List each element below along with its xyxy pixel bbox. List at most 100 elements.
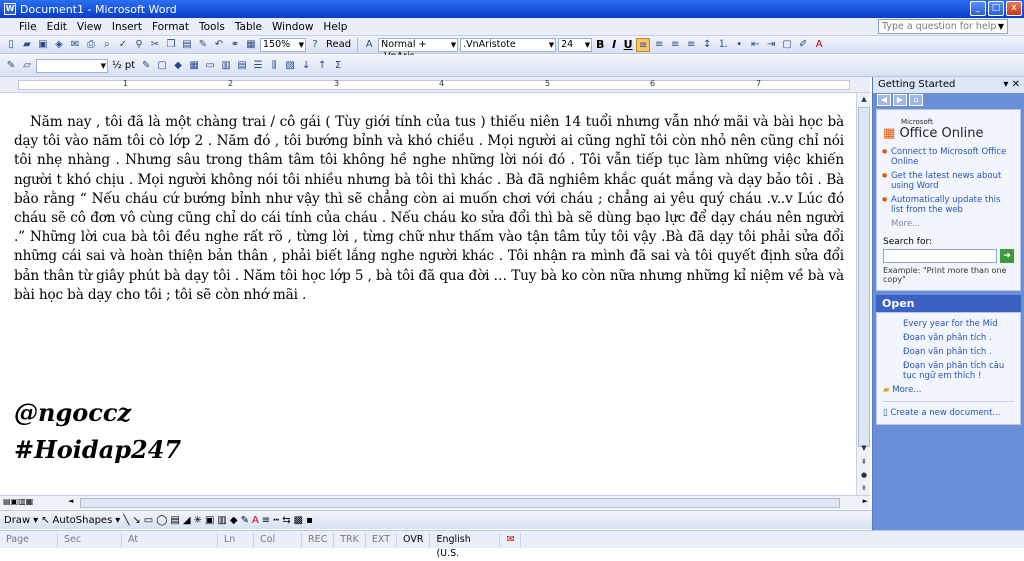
document-area[interactable]: Năm nay , tôi đã là một chàng trai / cô … bbox=[0, 93, 856, 495]
chevron-down-icon[interactable]: ▾ bbox=[115, 515, 120, 526]
outside-border-icon[interactable]: ▢ bbox=[155, 59, 169, 73]
format-painter-icon[interactable]: ✎ bbox=[196, 38, 210, 52]
justify-icon[interactable]: ≡ bbox=[684, 38, 698, 52]
style-select[interactable]: Normal + .VnAris▼ bbox=[378, 37, 459, 62]
back-icon[interactable]: ◀ bbox=[877, 94, 891, 106]
font-size-select[interactable]: 24 ▼ bbox=[558, 37, 593, 52]
line-color-icon[interactable]: ✎ bbox=[241, 515, 249, 526]
view-buttons-icon[interactable]: ▤▣▥▦ bbox=[3, 497, 33, 506]
increase-indent-icon[interactable]: ⇥ bbox=[764, 38, 778, 52]
diagram-icon[interactable]: ✳ bbox=[194, 515, 202, 526]
shadow-icon[interactable]: ▩ bbox=[294, 515, 303, 526]
recent-file-item[interactable]: Đoạn văn phân tích . bbox=[877, 345, 1020, 359]
draw-table-icon[interactable]: ✎ bbox=[4, 59, 18, 73]
align-center-icon[interactable]: ≡ bbox=[652, 38, 666, 52]
h-scroll-thumb[interactable] bbox=[80, 498, 840, 508]
menu-format[interactable]: Format bbox=[147, 21, 194, 33]
insert-table-icon[interactable]: ▦ bbox=[187, 59, 201, 73]
scroll-right-icon[interactable]: ► bbox=[863, 497, 868, 505]
menu-tools[interactable]: Tools bbox=[194, 21, 230, 33]
border-icon[interactable]: ▢ bbox=[780, 38, 794, 52]
search-input[interactable] bbox=[883, 249, 997, 263]
search-go-icon[interactable]: ➜ bbox=[1000, 249, 1014, 263]
draw-menu[interactable]: Draw bbox=[4, 515, 30, 526]
word-app-icon[interactable]: W bbox=[4, 3, 16, 15]
sort-ascending-icon[interactable]: ↓ bbox=[299, 59, 313, 73]
print-icon[interactable]: ⎙ bbox=[84, 38, 98, 52]
more-link[interactable]: More... bbox=[877, 217, 1020, 231]
dash-style-icon[interactable]: ┅ bbox=[273, 515, 279, 526]
menu-help[interactable]: Help bbox=[318, 21, 352, 33]
paste-icon[interactable]: ▤ bbox=[180, 38, 194, 52]
underline-button[interactable]: U bbox=[622, 38, 634, 51]
latest-news-link[interactable]: Get the latest news about using Word bbox=[877, 169, 1020, 193]
scroll-down-icon[interactable]: ▼ bbox=[857, 442, 871, 455]
create-new-document-link[interactable]: ▯ Create a new document... bbox=[877, 406, 1020, 424]
close-button[interactable]: x bbox=[1006, 1, 1022, 16]
spelling-status-icon[interactable]: ✉ bbox=[500, 532, 522, 547]
permission-icon[interactable]: ◈ bbox=[52, 38, 66, 52]
recent-file-item[interactable]: Đoạn văn phân tích câu tục ngữ em thích … bbox=[877, 359, 1020, 383]
decrease-indent-icon[interactable]: ⇤ bbox=[748, 38, 762, 52]
email-icon[interactable]: ✉ bbox=[68, 38, 82, 52]
research-icon[interactable]: ⚲ bbox=[132, 38, 146, 52]
3d-style-icon[interactable]: ▪ bbox=[306, 515, 313, 526]
line-icon[interactable]: ╲ bbox=[123, 515, 129, 526]
signature-hashtag[interactable]: #Hoidap247 bbox=[14, 435, 181, 464]
save-icon[interactable]: ▣ bbox=[36, 38, 50, 52]
menu-file[interactable]: File bbox=[14, 21, 42, 33]
menu-insert[interactable]: Insert bbox=[107, 21, 147, 33]
autosum-icon[interactable]: Σ bbox=[331, 59, 345, 73]
font-select[interactable]: .VnAristote ▼ bbox=[460, 37, 557, 52]
select-objects-icon[interactable]: ↖ bbox=[41, 515, 49, 526]
eraser-icon[interactable]: ▱ bbox=[20, 59, 34, 73]
forward-icon[interactable]: ▶ bbox=[893, 94, 907, 106]
bold-button[interactable]: B bbox=[594, 38, 606, 51]
help-question-input[interactable]: Type a question for help ▼ bbox=[878, 19, 1008, 34]
italic-button[interactable]: I bbox=[608, 38, 620, 51]
status-ovr[interactable]: OVR bbox=[397, 532, 431, 547]
print-preview-icon[interactable]: ⌕ bbox=[100, 38, 114, 52]
next-page-icon[interactable]: ⇟ bbox=[857, 482, 871, 495]
menu-table[interactable]: Table bbox=[230, 21, 267, 33]
numbering-icon[interactable]: ⒈ bbox=[716, 38, 730, 52]
arrow-icon[interactable]: ↘ bbox=[132, 515, 140, 526]
browse-object-icon[interactable]: ● bbox=[857, 469, 871, 482]
autoshapes-menu[interactable]: AutoShapes bbox=[53, 515, 113, 526]
font-color-icon[interactable]: A bbox=[252, 515, 259, 526]
status-trk[interactable]: TRK bbox=[334, 532, 366, 547]
status-ext[interactable]: EXT bbox=[366, 532, 398, 547]
scroll-thumb[interactable] bbox=[858, 107, 870, 447]
textbox-icon[interactable]: ▤ bbox=[170, 515, 179, 526]
clipart-icon[interactable]: ▣ bbox=[205, 515, 214, 526]
oval-icon[interactable]: ◯ bbox=[156, 515, 167, 526]
distribute-columns-icon[interactable]: ⫼ bbox=[267, 59, 281, 73]
vertical-scrollbar[interactable]: ▲ ▼ ⇞ ● ⇟ bbox=[856, 93, 870, 495]
bullets-icon[interactable]: • bbox=[732, 38, 746, 52]
horizontal-scrollbar[interactable]: ▤▣▥▦ ◄ ► bbox=[0, 495, 870, 509]
hyperlink-icon[interactable]: ⚭ bbox=[228, 38, 242, 52]
read-button[interactable]: Read bbox=[324, 39, 353, 50]
styles-icon[interactable]: A bbox=[362, 38, 376, 52]
zoom-select[interactable]: 150% ▼ bbox=[260, 37, 306, 52]
line-weight-value[interactable]: ½ pt bbox=[110, 60, 137, 71]
help-icon[interactable]: ? bbox=[308, 38, 322, 52]
wordart-icon[interactable]: ◢ bbox=[183, 515, 191, 526]
minimize-button[interactable]: _ bbox=[970, 1, 986, 16]
shading-icon[interactable]: ◆ bbox=[171, 59, 185, 73]
connect-office-online-link[interactable]: Connect to Microsoft Office Online bbox=[877, 145, 1020, 169]
new-doc-icon[interactable]: ▯ bbox=[4, 38, 18, 52]
undo-icon[interactable]: ↶ bbox=[212, 38, 226, 52]
picture-icon[interactable]: ▥ bbox=[217, 515, 226, 526]
menu-edit[interactable]: Edit bbox=[42, 21, 72, 33]
split-cells-icon[interactable]: ▥ bbox=[219, 59, 233, 73]
chevron-down-icon[interactable]: ▾ bbox=[33, 515, 38, 526]
home-icon[interactable]: ⌂ bbox=[909, 94, 923, 106]
align-cells-icon[interactable]: ▤ bbox=[235, 59, 249, 73]
line-style-icon[interactable]: ≡ bbox=[262, 515, 270, 526]
align-left-icon[interactable]: ≡ bbox=[636, 37, 651, 52]
merge-cells-icon[interactable]: ▭ bbox=[203, 59, 217, 73]
menu-view[interactable]: View bbox=[72, 21, 107, 33]
auto-update-link[interactable]: Automatically update this list from the … bbox=[877, 193, 1020, 217]
maximize-button[interactable]: □ bbox=[988, 1, 1004, 16]
